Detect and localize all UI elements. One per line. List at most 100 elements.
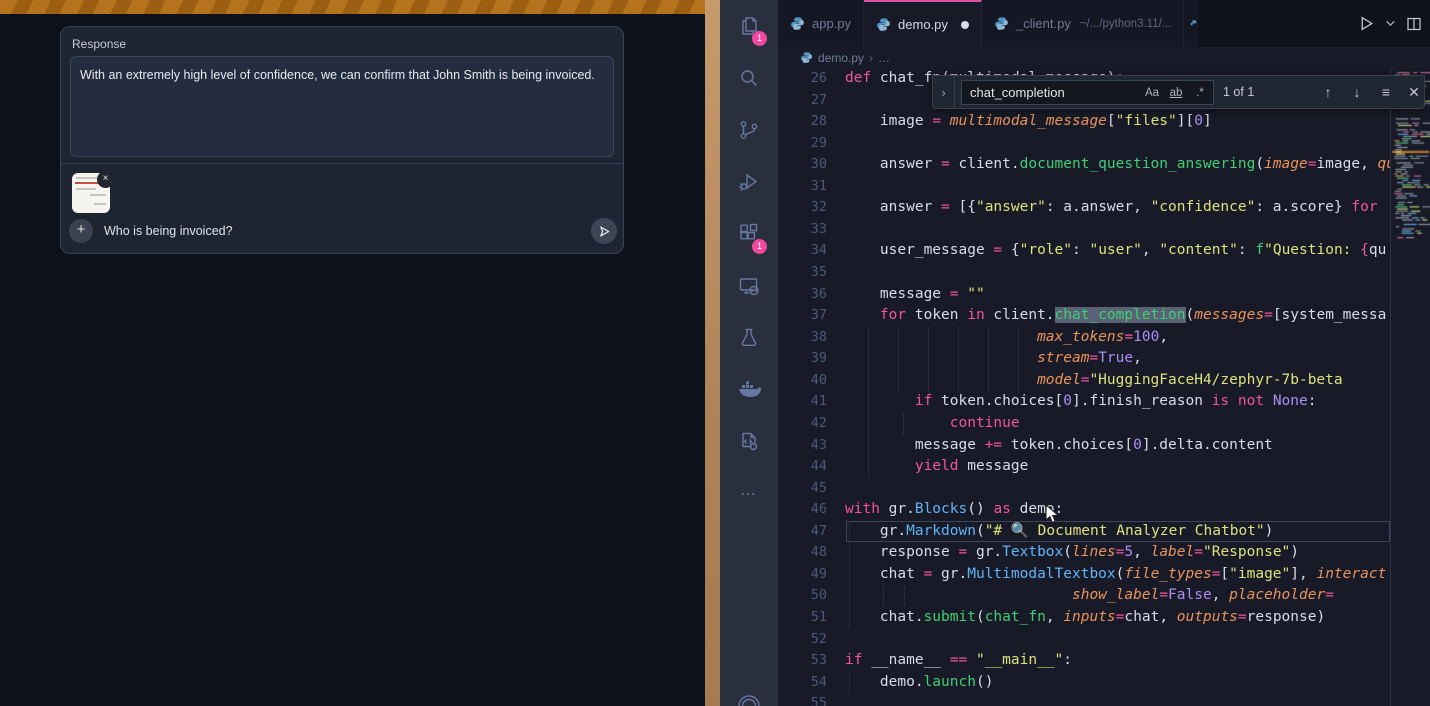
source-control-icon[interactable] — [720, 104, 778, 156]
line-number: 50 — [778, 585, 827, 607]
toggle-replace-chevron-icon[interactable]: › — [933, 76, 955, 108]
code-text: yield message — [845, 456, 1028, 478]
more-actions-icon[interactable]: ⋯ — [720, 468, 778, 520]
line-number: 49 — [778, 564, 827, 586]
code-line[interactable]: 54 demo.launch() — [778, 672, 1390, 694]
explorer-icon[interactable]: 1 — [720, 0, 778, 52]
breadcrumb-more[interactable]: … — [878, 51, 890, 65]
code-line[interactable]: 53if __name__ == "__main__": — [778, 650, 1390, 672]
code-line[interactable]: 31 — [778, 176, 1390, 198]
line-number: 38 — [778, 327, 827, 349]
python-icon — [876, 17, 891, 32]
remote-explorer-icon[interactable] — [720, 260, 778, 312]
code-line[interactable]: 47 gr.Markdown("# 🔍 Document Analyzer Ch… — [778, 521, 1390, 543]
code-text: answer = client.document_question_answer… — [845, 154, 1390, 176]
code-line[interactable]: 28 image = multimodal_message["files"][0… — [778, 111, 1390, 133]
tab-description: ~/.../python3.11/... — [1080, 18, 1172, 30]
response-textarea[interactable]: With an extremely high level of confiden… — [70, 56, 614, 157]
line-number: 45 — [778, 478, 827, 500]
docker-icon[interactable] — [720, 364, 778, 416]
account-icon[interactable] — [720, 680, 778, 706]
line-number: 46 — [778, 499, 827, 521]
snippets-icon[interactable] — [720, 416, 778, 468]
thumb-text-line — [90, 194, 106, 196]
line-number: 55 — [778, 693, 827, 706]
python-icon — [1190, 16, 1198, 31]
python-icon — [800, 51, 813, 64]
find-query-text[interactable]: chat_completion — [962, 85, 1141, 100]
line-number: 36 — [778, 284, 827, 306]
code-text: for token in client.chat_completion(mess… — [845, 305, 1386, 327]
code-line[interactable]: 32 answer = [{"answer": a.answer, "confi… — [778, 197, 1390, 219]
code-line[interactable]: 49 chat = gr.MultimodalTextbox(file_type… — [778, 564, 1390, 586]
screenshot-root: Response With an extremely high level of… — [0, 0, 1430, 706]
breadcrumb[interactable]: demo.py › … — [778, 47, 1430, 68]
code-line[interactable]: 42 continue — [778, 413, 1390, 435]
run-file-icon[interactable] — [1358, 15, 1375, 32]
modified-dot-icon[interactable] — [961, 21, 969, 29]
code-line[interactable]: 29 — [778, 133, 1390, 155]
remove-attachment-button[interactable]: × — [97, 171, 114, 188]
tab-client-py[interactable]: _client.py ~/.../python3.11/... — [982, 0, 1184, 47]
code-line[interactable]: 30 answer = client.document_question_ans… — [778, 154, 1390, 176]
run-dropdown-chevron-icon[interactable] — [1385, 18, 1396, 29]
code-line[interactable]: 46with gr.Blocks() as demo: — [778, 499, 1390, 521]
find-previous-button[interactable]: ↑ — [1318, 82, 1338, 102]
testing-icon[interactable] — [720, 312, 778, 364]
code-line[interactable]: 41 if token.choices[0].finish_reason is … — [778, 391, 1390, 413]
divider — [61, 163, 623, 164]
extensions-badge: 1 — [752, 239, 767, 254]
python-icon — [994, 16, 1009, 31]
code-line[interactable]: 44 yield message — [778, 456, 1390, 478]
code-line[interactable]: 43 message += token.choices[0].delta.con… — [778, 435, 1390, 457]
breadcrumb-file[interactable]: demo.py — [818, 51, 864, 65]
code-line[interactable]: 36 message = "" — [778, 284, 1390, 306]
line-number: 37 — [778, 305, 827, 327]
code-line[interactable]: 55 — [778, 693, 1390, 706]
line-number: 43 — [778, 435, 827, 457]
line-number: 52 — [778, 629, 827, 651]
code-line[interactable]: 50 show_label=False, placeholder= — [778, 585, 1390, 607]
vscode-window: 1 1 — [720, 0, 1430, 706]
code-line[interactable]: 37 for token in client.chat_completion(m… — [778, 305, 1390, 327]
extensions-icon[interactable]: 1 — [720, 208, 778, 260]
code-line[interactable]: 33 — [778, 219, 1390, 241]
code-editor[interactable]: 26def chat_fn(multimodal_message):2728 i… — [778, 68, 1430, 706]
line-number: 32 — [778, 197, 827, 219]
code-line[interactable]: 38 max_tokens=100, — [778, 327, 1390, 349]
code-text: message += token.choices[0].delta.conten… — [845, 435, 1273, 457]
code-line[interactable]: 52 — [778, 629, 1390, 651]
tab-demo-py[interactable]: demo.py — [864, 0, 982, 47]
find-in-selection-button[interactable]: ≡ — [1376, 82, 1396, 102]
split-editor-icon[interactable] — [1406, 16, 1422, 32]
match-case-toggle[interactable]: Aa — [1141, 83, 1163, 103]
tab-app-py[interactable]: app.py — [778, 0, 864, 47]
run-debug-icon[interactable] — [720, 156, 778, 208]
code-line[interactable]: 34 user_message = {"role": "user", "cont… — [778, 240, 1390, 262]
search-icon[interactable] — [720, 52, 778, 104]
mouse-cursor — [1044, 504, 1060, 524]
find-close-button[interactable]: ✕ — [1404, 82, 1424, 102]
send-button[interactable] — [591, 218, 617, 244]
editor-actions — [1358, 0, 1430, 47]
code-line[interactable]: 40 model="HuggingFaceH4/zephyr-7b-beta — [778, 370, 1390, 392]
minimap[interactable] — [1390, 68, 1430, 706]
whole-word-toggle[interactable]: ab — [1165, 83, 1187, 103]
regex-toggle[interactable]: .* — [1189, 83, 1211, 103]
find-next-button[interactable]: ↓ — [1347, 82, 1367, 102]
tab-overflow-sliver[interactable] — [1184, 0, 1198, 47]
code-line[interactable]: 39 stream=True, — [778, 348, 1390, 370]
add-file-button[interactable]: + — [69, 219, 93, 243]
tab-label: _client.py — [1016, 16, 1071, 31]
desktop-wallpaper-strip — [705, 0, 720, 706]
code-line[interactable]: 45 — [778, 478, 1390, 500]
code-line[interactable]: 35 — [778, 262, 1390, 284]
send-icon — [598, 225, 611, 238]
code-text: if __name__ == "__main__": — [845, 650, 1072, 672]
find-input-box[interactable]: chat_completion Aa ab .* — [961, 80, 1214, 105]
tab-bar: app.py demo.py _client.py ~/.../python3.… — [778, 0, 1430, 47]
code-line[interactable]: 51 chat.submit(chat_fn, inputs=chat, out… — [778, 607, 1390, 629]
line-number: 27 — [778, 90, 827, 112]
chat-message-input[interactable]: Who is being invoiced? — [104, 224, 233, 238]
code-line[interactable]: 48 response = gr.Textbox(lines=5, label=… — [778, 542, 1390, 564]
